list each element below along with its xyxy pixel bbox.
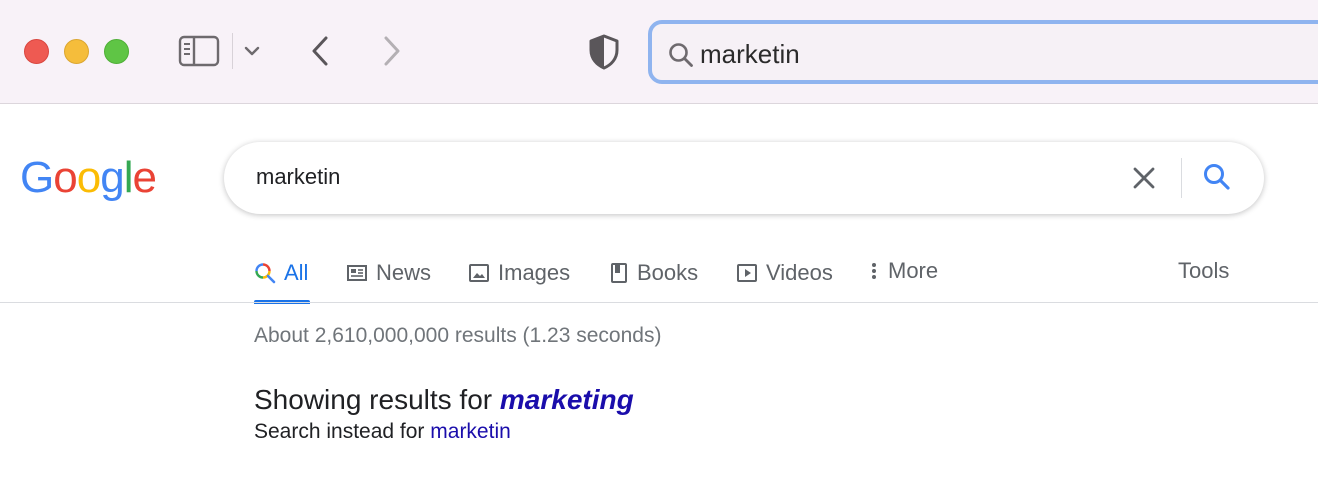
image-icon [469,264,489,282]
google-logo[interactable]: Google [20,150,157,206]
tools-button[interactable]: Tools [1178,256,1229,286]
tools-label: Tools [1178,258,1230,283]
tab-videos[interactable]: Videos [736,258,833,288]
search-input[interactable]: marketin [256,164,340,190]
logo-letter: g [100,153,125,202]
spelling-correction: Showing results for marketing [254,384,634,416]
corrected-query-link[interactable]: marketing [500,384,634,415]
tab-news[interactable]: News [346,258,431,288]
colored-search-icon [255,263,276,284]
tab-news-label: News [376,260,432,285]
toolbar-divider [232,33,233,69]
vertical-dots-icon [872,263,876,279]
tab-all[interactable]: All [254,258,308,288]
tabs-divider [0,302,1318,303]
browser-toolbar: marketin [0,0,1318,104]
address-bar[interactable]: marketin [648,20,1318,84]
logo-letter: G [20,153,54,202]
search-divider [1181,158,1182,198]
tab-images[interactable]: Images [468,258,570,288]
tab-books-label: Books [637,260,699,285]
chevron-down-icon[interactable] [243,44,261,58]
address-input-text[interactable]: marketin [700,39,800,70]
sidebar-icon[interactable] [178,35,220,67]
tab-all-label: All [284,260,309,285]
logo-letter: e [132,153,157,202]
spelling-prefix: Showing results for [254,384,500,415]
window-close-button[interactable] [24,39,49,64]
book-icon [611,263,627,283]
back-arrow-icon[interactable] [306,34,334,68]
search-instead: Search instead for marketin [254,420,511,444]
logo-letter: o [53,153,78,202]
tab-videos-label: Videos [766,260,833,285]
news-icon [347,265,367,281]
search-button-icon[interactable] [1202,162,1232,192]
search-tabs: All News Images Books Videos More Tools [0,240,1318,304]
window-zoom-button[interactable] [104,39,129,64]
search-box[interactable]: marketin [224,142,1264,214]
original-query-link[interactable]: marketin [430,420,511,443]
play-icon [737,264,757,282]
search-icon [669,43,693,67]
tab-books[interactable]: Books [609,258,698,288]
window-minimize-button[interactable] [64,39,89,64]
tab-more-label: More [888,258,939,283]
privacy-shield-icon[interactable] [588,34,620,70]
tab-images-label: Images [498,260,571,285]
result-stats: About 2,610,000,000 results (1.23 second… [254,324,662,347]
logo-letter: l [123,153,134,202]
logo-letter: o [76,153,102,202]
clear-icon[interactable] [1130,164,1158,192]
tab-more[interactable]: More [868,256,938,286]
search-instead-prefix: Search instead for [254,420,431,443]
forward-arrow-icon[interactable] [378,34,406,68]
